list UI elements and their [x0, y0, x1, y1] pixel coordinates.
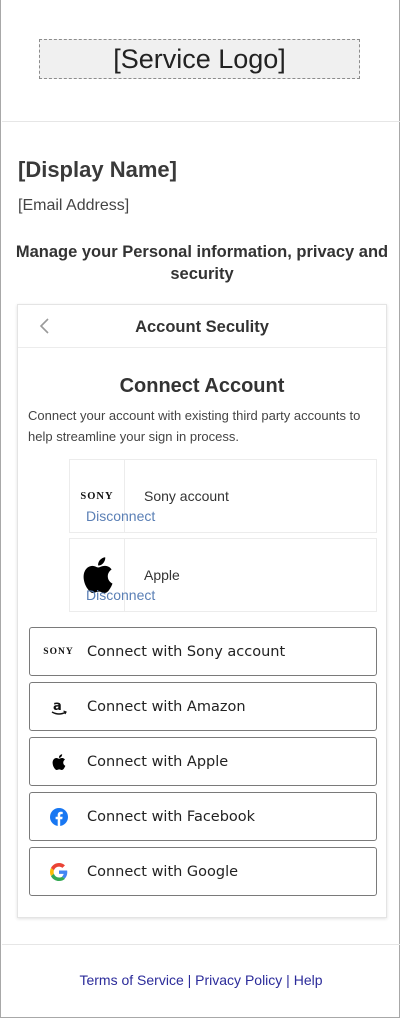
sony-logo-icon: SONY [43, 646, 74, 657]
facebook-icon [30, 807, 87, 826]
footer-links: Terms of Service | Privacy Policy | Help [1, 972, 400, 988]
header-divider [2, 121, 400, 122]
linked-account-sony: SONY Sony account Disconnect [69, 459, 377, 533]
privacy-policy-link[interactable]: Privacy Policy [195, 972, 282, 988]
connect-apple-button[interactable]: Connect with Apple [29, 737, 377, 786]
email-address: [Email Address] [18, 197, 130, 214]
terms-of-service-link[interactable]: Terms of Service [79, 972, 183, 988]
connect-facebook-button[interactable]: Connect with Facebook [29, 792, 377, 841]
connect-apple-label: Connect with Apple [87, 753, 229, 770]
connect-amazon-label: Connect with Amazon [87, 698, 246, 715]
disconnect-sony-link[interactable]: Disconnect [86, 508, 155, 524]
connect-sony-label: Connect with Sony account [87, 643, 286, 660]
linked-account-name: Apple [144, 567, 180, 583]
connect-facebook-label: Connect with Facebook [87, 808, 256, 825]
connect-account-title: Connect Account [119, 375, 285, 397]
help-link[interactable]: Help [294, 972, 323, 988]
service-logo-text: [Service Logo] [113, 43, 286, 74]
service-logo: [Service Logo] [39, 39, 360, 79]
footer-separator: | [183, 972, 196, 988]
connect-google-button[interactable]: Connect with Google [29, 847, 377, 896]
footer-separator: | [282, 972, 294, 988]
google-icon [30, 862, 87, 881]
svg-text:a: a [53, 699, 62, 714]
page-frame: [Service Logo] [Display Name] [Email Add… [0, 0, 400, 1018]
account-security-card: Account Seculity Connect Account Connect… [17, 304, 387, 918]
apple-icon [30, 753, 87, 771]
connect-account-description: Connect your account with existing third… [28, 408, 361, 444]
linked-account-name: Sony account [144, 488, 229, 504]
footer-divider [2, 944, 400, 945]
disconnect-apple-link[interactable]: Disconnect [86, 587, 155, 603]
linked-account-apple: Apple Disconnect [69, 538, 377, 612]
connect-sony-button[interactable]: SONY Connect with Sony account [29, 627, 377, 676]
amazon-icon: a [30, 698, 87, 716]
display-name: [Display Name] [18, 157, 177, 182]
card-header: Account Seculity [18, 305, 386, 348]
card-title: Account Seculity [135, 318, 269, 336]
manage-heading: Manage your Personal information, privac… [15, 243, 389, 283]
connect-google-label: Connect with Google [87, 863, 239, 880]
sony-logo: SONY [80, 490, 114, 502]
connect-amazon-button[interactable]: a Connect with Amazon [29, 682, 377, 731]
